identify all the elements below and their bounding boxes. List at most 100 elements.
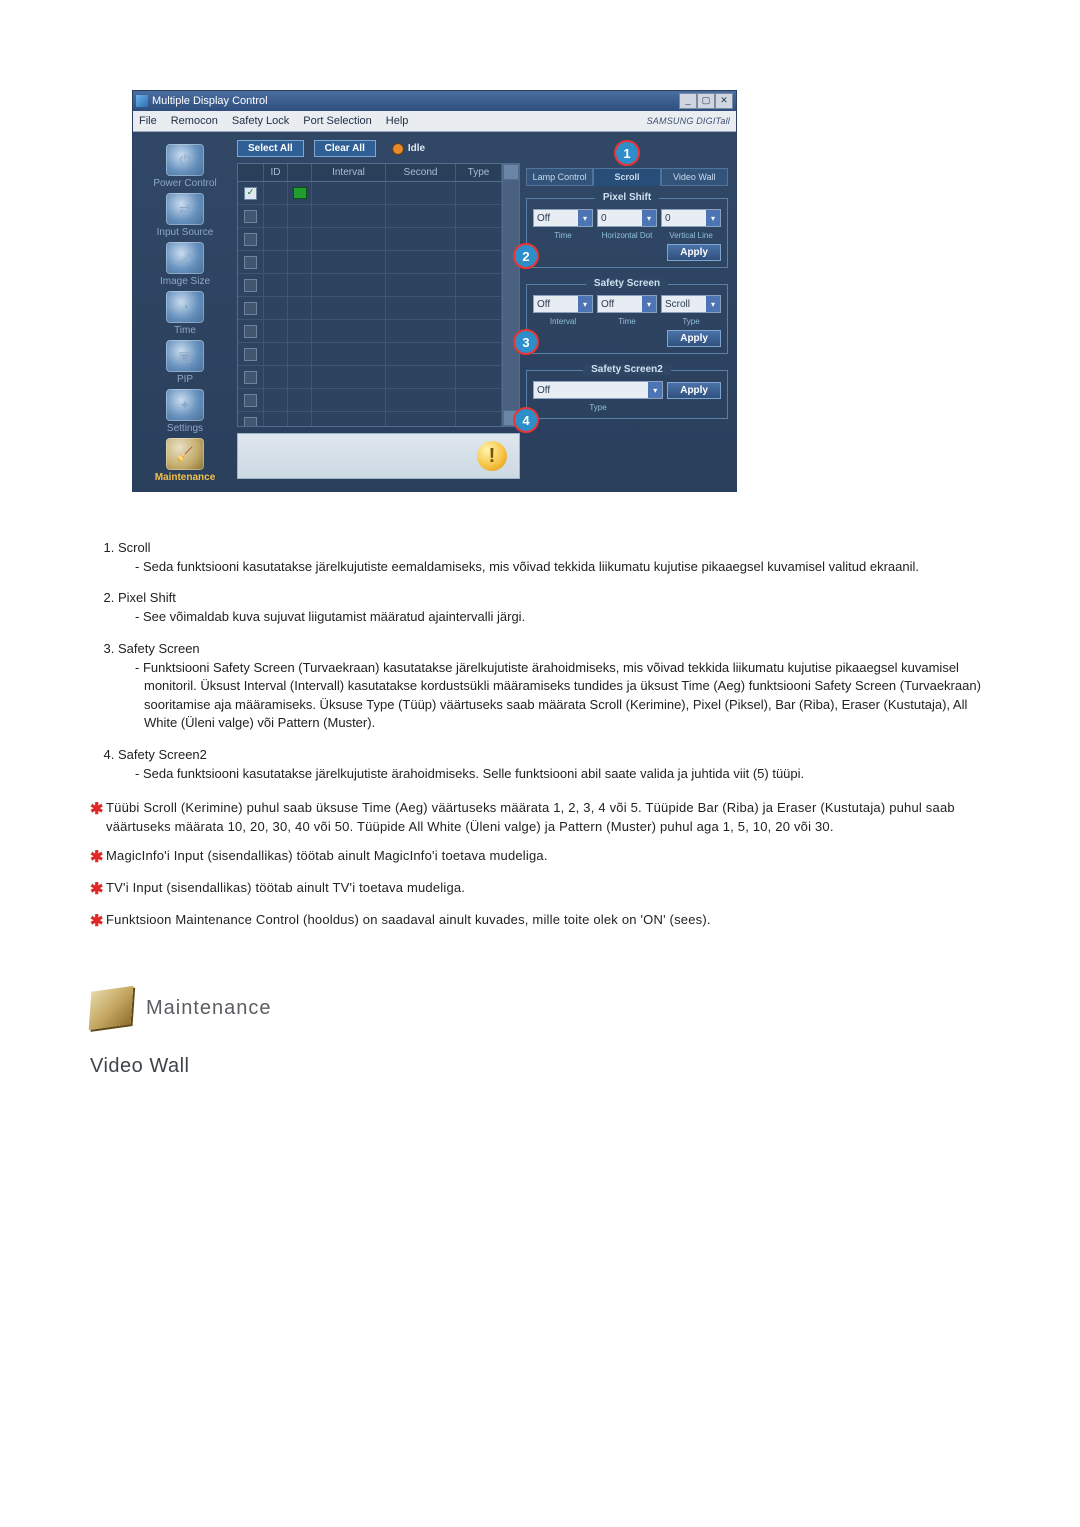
note-text: Funktsioon Maintenance Control (hooldus)… xyxy=(106,911,990,930)
row-checkbox[interactable] xyxy=(244,371,257,384)
notes-block: ✱ Tüübi Scroll (Kerimine) puhul saab üks… xyxy=(90,799,990,933)
chevron-down-icon: ▾ xyxy=(642,210,656,226)
row-checkbox[interactable] xyxy=(244,233,257,246)
row-checkbox[interactable] xyxy=(244,256,257,269)
box-icon xyxy=(89,986,134,1030)
sidebar-item-power-control[interactable]: ⏻ Power Control xyxy=(139,144,231,189)
clear-all-button[interactable]: Clear All xyxy=(314,140,376,157)
row-checkbox[interactable] xyxy=(244,417,257,428)
pixel-shift-time-select[interactable]: Off▾ xyxy=(533,209,593,227)
note-text: Tüübi Scroll (Kerimine) puhul saab üksus… xyxy=(106,799,990,837)
safety-screen-time-select[interactable]: Off▾ xyxy=(597,295,657,313)
table-row[interactable] xyxy=(238,343,502,366)
close-button[interactable]: ✕ xyxy=(715,93,733,109)
chevron-down-icon: ▾ xyxy=(648,382,662,398)
display-grid: ID Interval Second Type xyxy=(237,163,520,427)
sidebar-item-image-size[interactable]: ⤢ Image Size xyxy=(139,242,231,287)
menu-remocon[interactable]: Remocon xyxy=(171,115,218,127)
grid-col-interval: Interval xyxy=(312,164,386,181)
table-row[interactable] xyxy=(238,228,502,251)
pixel-shift-hdot-select[interactable]: 0▾ xyxy=(597,209,657,227)
item-body: - Seda funktsiooni kasutatakse järelkuju… xyxy=(118,765,990,783)
section-heading: Maintenance xyxy=(90,989,990,1027)
table-row[interactable] xyxy=(238,251,502,274)
table-row[interactable] xyxy=(238,320,502,343)
settings-icon: ✦ xyxy=(166,389,204,421)
window-buttons: _ ▢ ✕ xyxy=(679,93,733,109)
item-body: - See võimaldab kuva sujuvat liigutamist… xyxy=(118,608,990,626)
sidebar: ⏻ Power Control ⇄ Input Source ⤢ Image S… xyxy=(139,140,231,483)
scroll-up-icon[interactable] xyxy=(503,164,519,180)
sidebar-item-label: Settings xyxy=(167,423,203,434)
callout-4: 4 xyxy=(513,407,539,433)
row-checkbox[interactable] xyxy=(244,302,257,315)
sidebar-item-time[interactable]: ◔ Time xyxy=(139,291,231,336)
note-item: ✱ Funktsioon Maintenance Control (hooldu… xyxy=(90,911,990,933)
app-icon xyxy=(136,95,148,107)
table-row[interactable] xyxy=(238,412,502,427)
table-row[interactable] xyxy=(238,389,502,412)
maximize-button[interactable]: ▢ xyxy=(697,93,715,109)
safety-screen-type-select[interactable]: Scroll▾ xyxy=(661,295,721,313)
tab-scroll[interactable]: Scroll xyxy=(593,168,660,186)
callout-2: 2 xyxy=(513,243,539,269)
center-toolbar: Select All Clear All Idle xyxy=(237,140,520,157)
pixel-shift-vline-select[interactable]: 0▾ xyxy=(661,209,721,227)
row-checkbox[interactable] xyxy=(244,279,257,292)
grid-col-second: Second xyxy=(386,164,456,181)
table-row[interactable] xyxy=(238,182,502,205)
pixel-shift-group: Pixel Shift Off▾ 0▾ 0▾ Time Horizontal D… xyxy=(526,198,728,268)
note-text: TV'i Input (sisendallikas) töötab ainult… xyxy=(106,879,990,898)
row-checkbox[interactable] xyxy=(244,348,257,361)
menu-file[interactable]: File xyxy=(139,115,157,127)
table-row[interactable] xyxy=(238,205,502,228)
row-checkbox[interactable] xyxy=(244,210,257,223)
callout-3: 3 xyxy=(513,329,539,355)
menu-safety-lock[interactable]: Safety Lock xyxy=(232,115,289,127)
safety-screen2-group: Safety Screen2 Off▾ Apply Type 4 xyxy=(526,370,728,419)
table-row[interactable] xyxy=(238,274,502,297)
right-pane: 1 Lamp Control Scroll Video Wall Pixel S… xyxy=(526,140,728,483)
safety-screen2-type-label: Type xyxy=(533,403,663,412)
item-body: - Seda funktsiooni kasutatakse järelkuju… xyxy=(118,558,990,576)
safety-screen-apply-button[interactable]: Apply xyxy=(667,330,721,347)
brand-label: SAMSUNG DIGITall xyxy=(647,116,730,126)
tab-lamp-control[interactable]: Lamp Control xyxy=(526,168,593,186)
list-item: Safety Screen2 - Seda funktsiooni kasuta… xyxy=(118,747,990,783)
sidebar-item-maintenance[interactable]: 🧹 Maintenance xyxy=(139,438,231,483)
safety-screen2-apply-button[interactable]: Apply xyxy=(667,382,721,399)
sidebar-item-pip[interactable]: ▣ PIP xyxy=(139,340,231,385)
star-icon: ✱ xyxy=(90,798,106,821)
grid-scrollbar[interactable] xyxy=(502,164,519,426)
info-bar: ! xyxy=(237,433,520,479)
item-body: - Funktsiooni Safety Screen (Turvaekraan… xyxy=(118,659,990,733)
table-row[interactable] xyxy=(238,366,502,389)
list-item: Pixel Shift - See võimaldab kuva sujuvat… xyxy=(118,590,990,626)
menu-help[interactable]: Help xyxy=(386,115,409,127)
row-checkbox[interactable] xyxy=(244,325,257,338)
pixel-shift-apply-button[interactable]: Apply xyxy=(667,244,721,261)
chevron-down-icon: ▾ xyxy=(578,296,592,312)
safety-screen-interval-select[interactable]: Off▾ xyxy=(533,295,593,313)
tab-video-wall[interactable]: Video Wall xyxy=(661,168,728,186)
titlebar: Multiple Display Control _ ▢ ✕ xyxy=(133,91,736,111)
safety-screen2-type-select[interactable]: Off▾ xyxy=(533,381,663,399)
row-checkbox[interactable] xyxy=(244,187,257,200)
image-size-icon: ⤢ xyxy=(166,242,204,274)
safety-screen2-title: Safety Screen2 xyxy=(583,364,671,375)
sidebar-item-settings[interactable]: ✦ Settings xyxy=(139,389,231,434)
minimize-button[interactable]: _ xyxy=(679,93,697,109)
grid-col-status xyxy=(288,164,312,181)
chevron-down-icon: ▾ xyxy=(706,210,720,226)
note-item: ✱ TV'i Input (sisendallikas) töötab ainu… xyxy=(90,879,990,901)
note-item: ✱ Tüübi Scroll (Kerimine) puhul saab üks… xyxy=(90,799,990,837)
menu-port-selection[interactable]: Port Selection xyxy=(303,115,371,127)
center-pane: Select All Clear All Idle ID Interval xyxy=(237,140,520,483)
table-row[interactable] xyxy=(238,297,502,320)
sidebar-item-input-source[interactable]: ⇄ Input Source xyxy=(139,193,231,238)
select-all-button[interactable]: Select All xyxy=(237,140,304,157)
row-checkbox[interactable] xyxy=(244,394,257,407)
grid-rows xyxy=(238,182,502,427)
safety-screen-group: Safety Screen Off▾ Off▾ Scroll▾ Interval… xyxy=(526,284,728,354)
idle-dot-icon xyxy=(392,143,404,155)
